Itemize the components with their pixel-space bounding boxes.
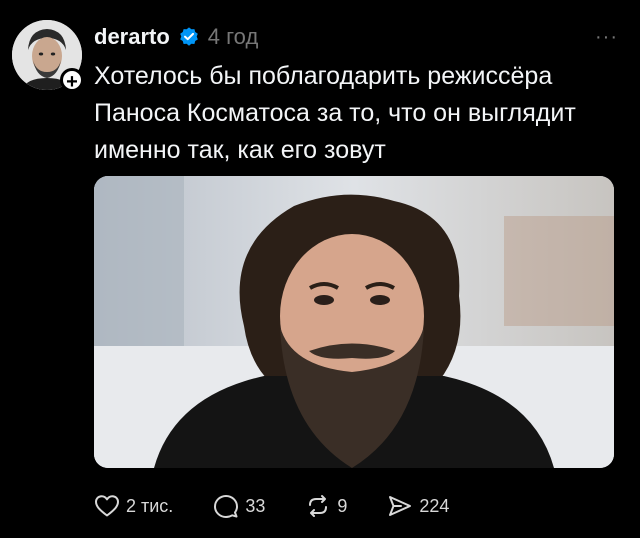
post-text: Хотелось бы поблагодарить режиссёра Пано… xyxy=(94,62,576,164)
post-image[interactable] xyxy=(94,176,614,468)
like-count: 2 тис. xyxy=(126,495,174,516)
username[interactable]: derarto xyxy=(94,24,170,50)
portrait-photo xyxy=(94,176,614,468)
more-options-button[interactable]: ··· xyxy=(595,26,618,49)
avatar-container[interactable]: + xyxy=(12,20,84,93)
comment-count: 33 xyxy=(245,495,266,516)
share-button[interactable]: 224 xyxy=(387,494,449,518)
share-count: 224 xyxy=(419,495,450,516)
repost-count: 9 xyxy=(337,495,348,516)
post-timestamp: 4 год xyxy=(207,24,259,49)
follow-button[interactable]: + xyxy=(60,68,84,93)
comment-button[interactable]: 33 xyxy=(213,494,265,518)
post-actions: 2 тис. 33 9 224 xyxy=(94,491,489,521)
comment-bubble-icon xyxy=(214,495,239,518)
send-icon xyxy=(389,496,412,516)
heart-icon xyxy=(95,495,119,517)
repost-button[interactable]: 9 xyxy=(305,494,347,518)
like-button[interactable]: 2 тис. xyxy=(94,494,173,518)
post-header: derarto 4 год xyxy=(94,22,258,52)
repost-icon xyxy=(309,495,328,517)
verified-badge-icon xyxy=(179,27,198,46)
